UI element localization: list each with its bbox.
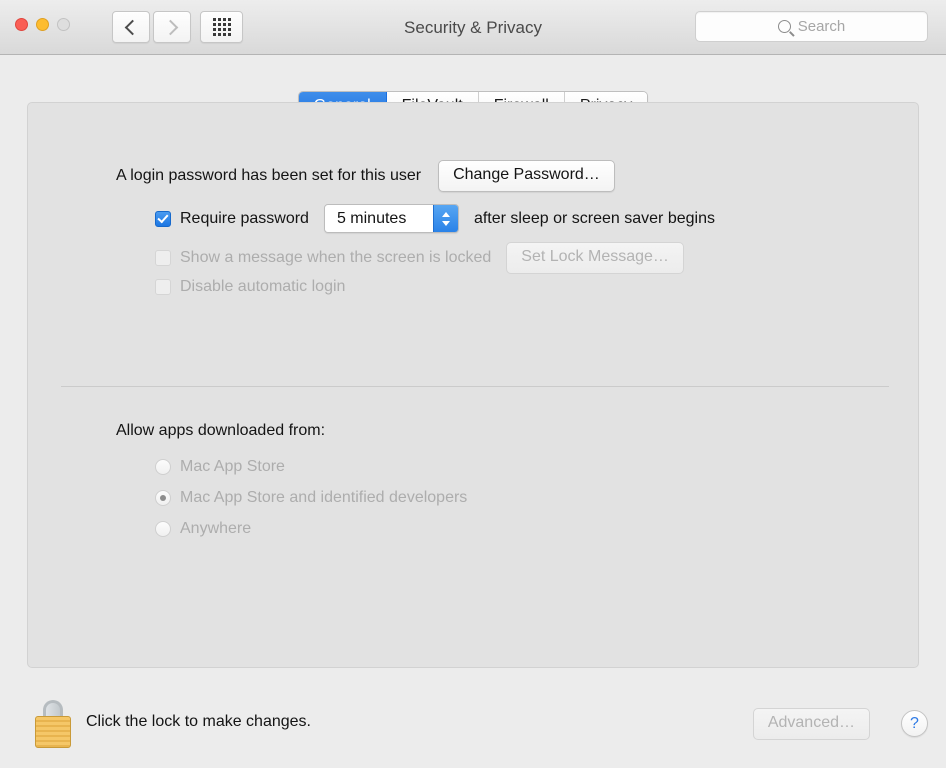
- allow-apps-heading-row: Allow apps downloaded from:: [116, 422, 325, 440]
- show-lock-message-checkbox: [155, 250, 171, 266]
- show-lock-message-label: Show a message when the screen is locked: [180, 249, 492, 266]
- login-password-status: A login password has been set for this u…: [116, 167, 422, 184]
- stepper-up-down-icon[interactable]: [432, 205, 458, 232]
- disable-auto-login-checkbox: [155, 279, 171, 295]
- help-button[interactable]: ?: [901, 710, 928, 737]
- show-lock-message-row: Show a message when the screen is locked…: [155, 242, 684, 274]
- require-password-checkbox[interactable]: [155, 210, 171, 227]
- radio-anywhere-label: Anywhere: [180, 520, 252, 537]
- window-titlebar: Security & Privacy Search: [0, 0, 946, 55]
- require-password-label: Require password: [180, 209, 309, 227]
- change-password-button[interactable]: Change Password…: [438, 160, 615, 192]
- radio-mac-app-store-label: Mac App Store: [180, 458, 285, 475]
- radio-mac-app-store-row: Mac App Store: [155, 458, 285, 476]
- radio-mac-app-store: [155, 459, 171, 475]
- search-field[interactable]: Search: [695, 11, 928, 42]
- set-lock-message-button: Set Lock Message…: [506, 242, 684, 274]
- require-password-interval-value: 5 minutes: [324, 205, 433, 232]
- radio-identified-developers-label: Mac App Store and identified developers: [180, 489, 468, 506]
- disable-auto-login-row: Disable automatic login: [155, 278, 345, 296]
- general-settings-panel: A login password has been set for this u…: [27, 102, 919, 668]
- advanced-button: Advanced…: [752, 708, 870, 740]
- lock-button[interactable]: [34, 700, 72, 750]
- radio-identified-developers-row: Mac App Store and identified developers: [155, 489, 467, 507]
- search-placeholder: Search: [797, 18, 846, 35]
- allow-apps-heading: Allow apps downloaded from:: [116, 422, 326, 439]
- lock-instruction-text: Click the lock to make changes.: [86, 713, 311, 730]
- radio-anywhere: [155, 521, 171, 537]
- require-password-row: Require password 5 minutes after sleep o…: [155, 204, 715, 233]
- section-divider: [61, 386, 889, 387]
- search-icon: [777, 20, 791, 33]
- require-password-interval-stepper[interactable]: 5 minutes: [323, 204, 459, 233]
- radio-anywhere-row: Anywhere: [155, 520, 251, 538]
- disable-auto-login-label: Disable automatic login: [180, 278, 346, 295]
- login-password-row: A login password has been set for this u…: [116, 160, 615, 192]
- radio-identified-developers: [155, 490, 171, 506]
- require-password-suffix: after sleep or screen saver begins: [473, 209, 715, 227]
